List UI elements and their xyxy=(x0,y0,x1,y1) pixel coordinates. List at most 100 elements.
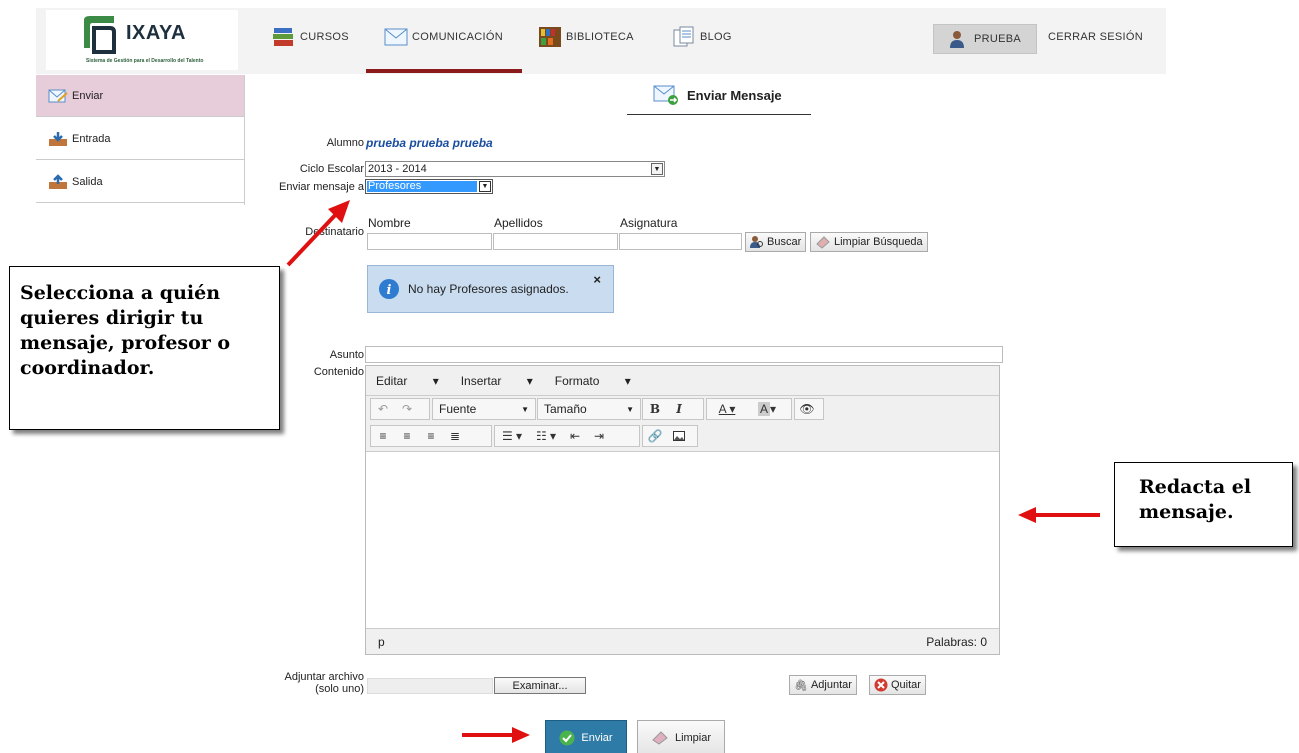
callout-recipient-instructions: Selecciona a quién quieres dirigir tu me… xyxy=(9,266,280,430)
enviar-button[interactable]: Enviar xyxy=(545,720,627,753)
user-icon xyxy=(950,31,964,48)
ciclo-label: Ciclo Escolar xyxy=(299,163,364,175)
eraser-icon xyxy=(816,236,830,249)
book-stack-icon xyxy=(273,28,293,46)
editor-statusbar: p Palabras: 0 xyxy=(366,628,999,654)
font-size-select[interactable]: Tamaño ▼ xyxy=(537,398,641,420)
limpiar-button[interactable]: Limpiar xyxy=(637,720,725,753)
image-icon[interactable] xyxy=(667,426,691,446)
dropdown-arrow-icon: ▼ xyxy=(479,181,491,192)
alumno-value: prueba prueba prueba xyxy=(366,136,493,150)
nav-comunicacion[interactable]: COMUNICACIÓN xyxy=(384,22,503,52)
col-apellidos: Apellidos xyxy=(494,216,543,230)
nav-cursos[interactable]: CURSOS xyxy=(272,22,349,52)
menu-formato[interactable]: Formato ▾ xyxy=(555,374,631,388)
callout-compose-instructions: Redacta el mensaje. xyxy=(1114,462,1293,547)
align-center-icon[interactable]: ≡ xyxy=(395,426,419,446)
undo-redo-group: ↶ ↷ xyxy=(370,398,430,420)
inbox-icon xyxy=(49,131,67,146)
align-group: ≡ ≡ ≡ ≣ xyxy=(370,425,492,447)
adjuntar-sub-text: (solo uno) xyxy=(315,683,364,695)
align-right-icon[interactable]: ≡ xyxy=(419,426,443,446)
asunto-input[interactable] xyxy=(365,346,1003,363)
ciclo-select[interactable]: 2013 - 2014 ▼ xyxy=(365,161,665,177)
red-arrow-icon xyxy=(286,200,350,267)
asignatura-input[interactable] xyxy=(619,233,742,250)
outbox-icon xyxy=(49,173,67,189)
text-color-icon[interactable]: A ▾ xyxy=(707,399,747,419)
red-arrow-icon xyxy=(462,727,530,743)
outdent-icon[interactable]: ⇤ xyxy=(563,426,587,446)
sidebar-item-salida[interactable]: Salida xyxy=(36,161,244,203)
adjuntar-button-label: Adjuntar xyxy=(810,679,852,691)
color-group: A ▾ A ▾ xyxy=(706,398,792,420)
close-icon[interactable]: × xyxy=(593,272,601,287)
adjuntar-label: Adjuntar archivo (solo uno) xyxy=(256,671,365,695)
info-alert: i No hay Profesores asignados. × xyxy=(367,265,614,313)
nav-blog-label: BLOG xyxy=(700,31,732,43)
menu-insertar-label: Insertar xyxy=(460,373,502,388)
send-mail-icon xyxy=(48,89,68,102)
link-icon[interactable]: 🔗 xyxy=(643,426,667,446)
preview-group: 👁 xyxy=(794,398,824,420)
info-message: No hay Profesores asignados. xyxy=(408,282,569,296)
bookshelf-icon xyxy=(539,27,561,47)
apellidos-input[interactable] xyxy=(493,233,618,250)
nav-blog[interactable]: BLOG xyxy=(672,22,732,52)
nombre-input[interactable] xyxy=(367,233,492,250)
font-label: Fuente xyxy=(439,402,477,416)
page-title: Enviar Mensaje xyxy=(653,84,782,106)
examinar-button[interactable]: Examinar... xyxy=(494,677,586,694)
align-left-icon[interactable]: ≡ xyxy=(371,426,395,446)
chevron-down-icon: ▼ xyxy=(626,404,634,414)
redo-icon[interactable]: ↷ xyxy=(395,399,419,419)
italic-icon[interactable]: I xyxy=(667,399,691,419)
indent-icon[interactable]: ⇥ xyxy=(587,426,611,446)
sidebar-item-label: Entrada xyxy=(72,132,111,145)
preview-eye-icon[interactable]: 👁 xyxy=(795,399,819,419)
limpiar-busqueda-button[interactable]: Limpiar Búsqueda xyxy=(810,232,928,252)
title-underline xyxy=(627,114,811,115)
paperclip-icon: 🖇 xyxy=(794,679,808,692)
adjuntar-button[interactable]: 🖇 Adjuntar xyxy=(789,675,857,695)
nav-comunicacion-label: COMUNICACIÓN xyxy=(412,31,503,43)
menu-insertar[interactable]: Insertar ▾ xyxy=(461,374,533,388)
menu-editar[interactable]: Editar ▾ xyxy=(376,374,439,388)
red-arrow-icon xyxy=(1018,507,1100,523)
bullet-list-icon[interactable]: ☰ ▾ xyxy=(495,426,529,446)
buscar-button[interactable]: Buscar xyxy=(745,232,807,252)
ciclo-selected: 2013 - 2014 xyxy=(368,163,427,175)
logo-subtitle: Sistema de Gestión para el Desarrollo de… xyxy=(86,58,204,64)
user-menu-button[interactable]: PRUEBA xyxy=(933,24,1037,54)
undo-icon[interactable]: ↶ xyxy=(371,399,395,419)
nav-biblioteca[interactable]: BIBLIOTECA xyxy=(538,22,634,52)
bold-icon[interactable]: B xyxy=(643,399,667,419)
enviar-a-selected: Profesores xyxy=(367,181,477,192)
logout-link[interactable]: CERRAR SESIÓN xyxy=(1048,31,1143,43)
editor-toolbar-2: ≡ ≡ ≡ ≣ ☰ ▾ ☷ ▾ ⇤ ⇥ 🔗 xyxy=(366,423,999,452)
search-user-icon xyxy=(750,236,763,248)
background-color-icon[interactable]: A ▾ xyxy=(747,399,787,419)
nav-cursos-label: CURSOS xyxy=(300,31,349,43)
quitar-button[interactable]: Quitar xyxy=(869,675,926,695)
file-path-field[interactable] xyxy=(367,678,493,694)
sidebar-item-enviar[interactable]: Enviar xyxy=(36,75,244,117)
remove-icon xyxy=(874,678,888,692)
editor-toolbar-1: ↶ ↷ Fuente ▼ Tamaño ▼ B I A ▾ A ▾ 👁 xyxy=(366,396,999,423)
numbered-list-icon[interactable]: ☷ ▾ xyxy=(529,426,563,446)
dropdown-arrow-icon: ▼ xyxy=(651,163,663,175)
enviar-a-label: Enviar mensaje a xyxy=(279,181,364,193)
col-asignatura: Asignatura xyxy=(620,216,678,230)
sidebar-item-entrada[interactable]: Entrada xyxy=(36,118,244,160)
send-mail-icon xyxy=(653,85,678,105)
envelope-icon xyxy=(384,28,408,46)
user-name: PRUEBA xyxy=(974,33,1022,45)
adjuntar-label-text: Adjuntar archivo xyxy=(284,671,365,683)
chevron-down-icon: ▼ xyxy=(521,404,529,414)
svg-text:i: i xyxy=(387,283,392,298)
enviar-a-select[interactable]: Profesores ▼ xyxy=(365,179,493,194)
limpiar-busqueda-label: Limpiar Búsqueda xyxy=(834,236,923,248)
align-justify-icon[interactable]: ≣ xyxy=(443,426,467,446)
sidebar-item-label: Enviar xyxy=(72,89,104,102)
font-family-select[interactable]: Fuente ▼ xyxy=(432,398,536,420)
